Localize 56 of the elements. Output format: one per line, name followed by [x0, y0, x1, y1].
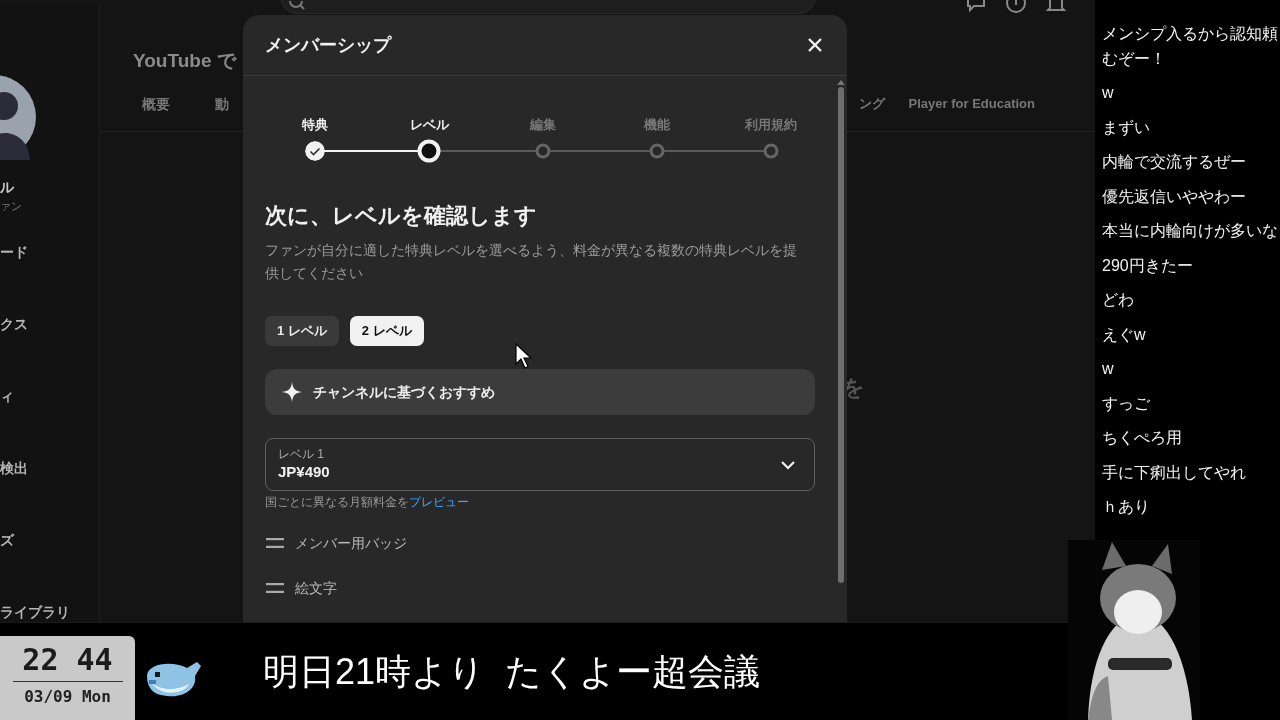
chat-message: すっご [1102, 393, 1151, 414]
step-label: 編集 [530, 116, 556, 134]
chat-message: ｈあり [1102, 497, 1151, 517]
clock-date: 03/09 Mon [24, 686, 111, 708]
chat-message: w [1102, 83, 1115, 103]
chat-message: メンシプ入るから認知頼むぞー！ [1102, 24, 1279, 69]
chat-message: ちくぺろ用 [1102, 428, 1183, 448]
page-title: YouTube で [133, 49, 236, 73]
level-toggle[interactable]: 1 レベル [265, 316, 339, 346]
chat-message: まずい [1102, 117, 1151, 138]
sidebar-item[interactable]: クス [0, 314, 99, 334]
cursor-icon [515, 343, 533, 369]
dialog-title: メンバーシップ [265, 33, 391, 57]
select-label: レベル 1 [278, 447, 325, 462]
tab[interactable]: 動 [215, 94, 229, 131]
preview-link[interactable]: プレビュー [409, 495, 469, 509]
drag-handle-icon[interactable] [265, 538, 285, 548]
chat-message: えぐw [1102, 324, 1147, 345]
price-note: 国ごとに異なる月額料金をプレビュー [265, 494, 470, 510]
dialog-heading: 次に、レベルを確認します [265, 202, 538, 230]
channel-name: ル [0, 178, 15, 196]
scroll-up-icon[interactable] [837, 80, 845, 85]
perk-label: 絵文字 [295, 578, 337, 598]
perk-label: メンバー用バッジ [295, 533, 407, 553]
step-label: レベル [409, 116, 449, 134]
chat-message: 優先返信いややわー [1102, 186, 1247, 207]
step-label: 利用規約 [745, 116, 797, 134]
ticker-text: 明日21時より たくよー超会議 [263, 649, 761, 694]
sidebar-item[interactable]: 検出 [0, 458, 99, 478]
chat-message: どわ [1102, 290, 1135, 310]
sparkle-icon [281, 381, 303, 403]
step-label: 機能 [644, 116, 670, 134]
sidebar-item[interactable]: ィ [0, 386, 99, 406]
chat-message: 290円きたー [1102, 255, 1194, 276]
chat-message: 内輪で交流するぜー [1102, 152, 1247, 172]
chat-message: 本当に内輪向けが多いな [1102, 221, 1279, 241]
sidebar-item[interactable]: ズ [0, 530, 99, 550]
clock-time: 22 44 [22, 642, 113, 678]
select-value: JP¥490 [278, 462, 330, 482]
step-label: 特典 [302, 116, 328, 134]
scrollbar-thumb[interactable] [838, 87, 844, 583]
tab[interactable]: Player for Education [908, 94, 1035, 131]
tab[interactable]: 概要 [142, 94, 170, 131]
recommendation-banner[interactable]: チャンネルに基づくおすすめ [265, 369, 815, 415]
tab[interactable]: ング [858, 94, 885, 131]
chat-message: 手に下痢出してやれ [1102, 462, 1247, 483]
sidebar-item[interactable]: ライブラリ [0, 602, 99, 622]
sidebar-item[interactable]: ード [0, 242, 99, 262]
drag-handle-icon[interactable] [265, 583, 285, 593]
chevron-icon [780, 459, 796, 470]
dialog-description: ファンが自分に適した特典レベルを選べるよう、料金が異なる複数の特典レベルを提供してください [265, 241, 798, 283]
level-toggle[interactable]: 2 レベル [349, 316, 424, 346]
chat-message: w [1102, 359, 1115, 379]
price-select[interactable]: レベル 1 JP¥490 [265, 438, 815, 491]
recommendation-text: チャンネルに基づくおすすめ [313, 382, 495, 402]
channel-subtitle: ァン [0, 199, 23, 213]
